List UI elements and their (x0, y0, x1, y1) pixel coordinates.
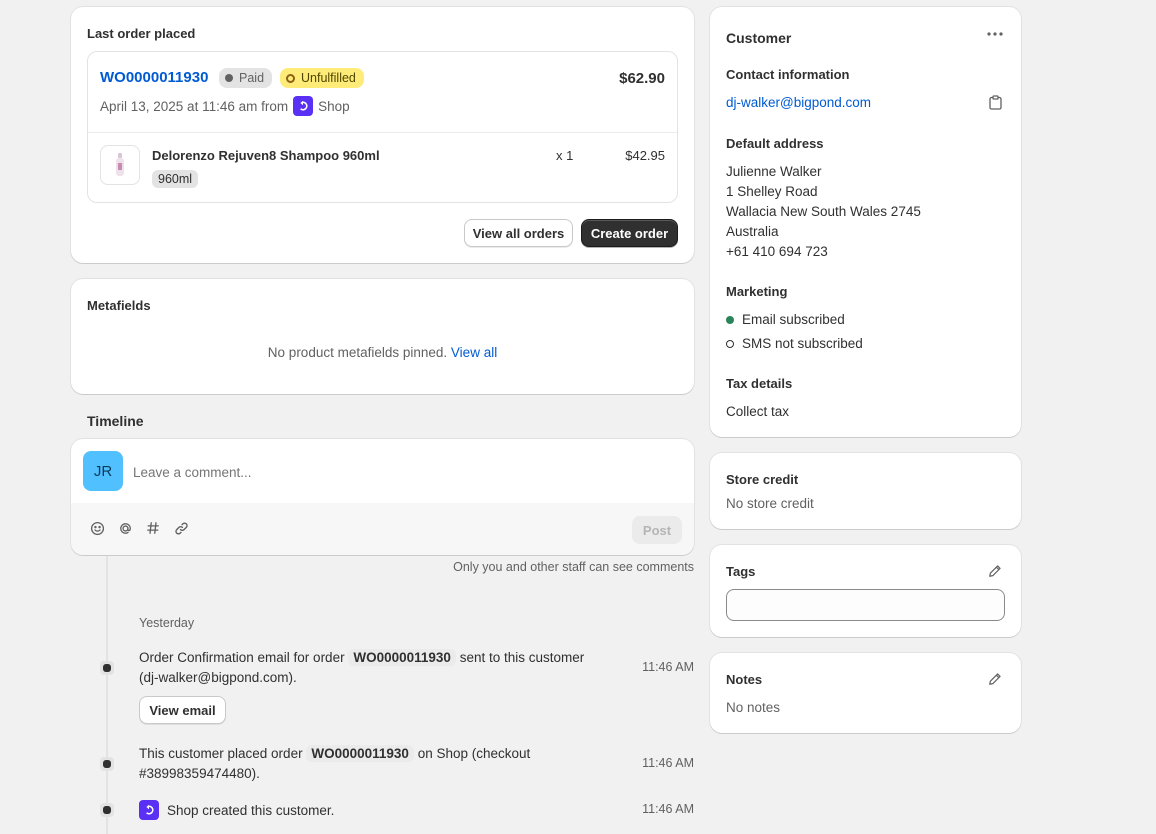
order-divider (88, 132, 677, 133)
store-credit-title: Store credit (726, 472, 799, 487)
paid-dot-icon (225, 74, 233, 82)
hashtag-icon[interactable] (145, 520, 161, 536)
event-time: 11:46 AM (642, 802, 694, 816)
not-subscribed-dot-icon (726, 339, 734, 348)
product-quantity: x 1 (556, 148, 574, 163)
tags-title: Tags (726, 564, 756, 579)
view-all-orders-button[interactable]: View all orders (464, 219, 573, 247)
notes-card: Notes No notes (710, 653, 1021, 733)
edit-tags-pencil-icon[interactable] (986, 562, 1004, 580)
customer-email-link[interactable]: dj-walker@bigpond.com (726, 95, 871, 110)
event-text-before: This customer placed order (139, 746, 303, 761)
shampoo-bottle-icon (116, 153, 124, 176)
more-actions-icon[interactable] (984, 25, 1006, 43)
tags-card: Tags (710, 545, 1021, 637)
avatar: JR (83, 451, 123, 491)
address-phone: +61 410 694 723 (726, 244, 828, 259)
event-checkout-id: #38998359474480). (139, 766, 260, 781)
email-marketing-status: Email subscribed (726, 312, 845, 327)
paid-badge-label: Paid (239, 71, 265, 85)
staff-visibility-note: Only you and other staff can see comment… (453, 560, 694, 574)
sms-status-label: SMS not subscribed (742, 336, 863, 351)
contact-info-heading: Contact information (726, 67, 850, 82)
timeline-event-email: Order Confirmation email for order WO000… (139, 648, 619, 688)
notes-value: No notes (726, 700, 781, 715)
view-email-button[interactable]: View email (139, 696, 226, 724)
tax-value: Collect tax (726, 404, 790, 419)
address-line: Julienne Walker (726, 164, 822, 179)
metafields-empty-state: No product metafields pinned. View all (71, 345, 694, 360)
timeline-title: Timeline (87, 413, 144, 429)
tax-details-heading: Tax details (726, 376, 793, 391)
comment-input[interactable] (133, 461, 673, 483)
order-summary-box: WO0000011930 Paid Unfulfilled $62.90 Apr… (87, 51, 678, 203)
timeline-day-label: Yesterday (139, 616, 195, 630)
last-order-title: Last order placed (87, 26, 196, 41)
order-channel: Shop (318, 98, 350, 114)
shop-logo-icon (139, 800, 159, 820)
store-credit-value: No store credit (726, 496, 814, 511)
edit-notes-pencil-icon[interactable] (986, 670, 1004, 688)
order-total: $62.90 (619, 70, 665, 87)
order-date: April 13, 2025 at 11:46 am from (100, 98, 289, 114)
event-email-address: (dj-walker@bigpond.com). (139, 670, 297, 685)
event-time: 11:46 AM (642, 756, 694, 770)
timeline-event-marker (100, 803, 114, 817)
address-line: Australia (726, 224, 779, 239)
unfulfilled-badge: Unfulfilled (280, 68, 364, 88)
create-order-button[interactable]: Create order (581, 219, 678, 247)
attachment-link-icon[interactable] (173, 520, 189, 536)
store-credit-card: Store credit No store credit (710, 453, 1021, 529)
timeline-connector (106, 556, 108, 834)
customer-card: Customer Contact information dj-walker@b… (710, 7, 1021, 437)
email-status-label: Email subscribed (742, 312, 845, 327)
notes-title: Notes (726, 672, 763, 687)
comment-composer: JR Post (71, 439, 694, 555)
copy-clipboard-icon[interactable] (986, 93, 1004, 111)
tags-input[interactable] (726, 589, 1005, 621)
event-text-after: on Shop (checkout (417, 746, 531, 761)
paid-badge: Paid (219, 68, 273, 88)
product-price: $42.95 (625, 148, 665, 163)
marketing-heading: Marketing (726, 284, 788, 299)
timeline-event-marker (100, 661, 114, 675)
timeline-event-order-placed: This customer placed order WO0000011930 … (139, 744, 619, 784)
last-order-card: Last order placed WO0000011930 Paid Unfu… (71, 7, 694, 263)
event-text-before: Order Confirmation email for order (139, 650, 345, 665)
unfulfilled-ring-icon (286, 73, 295, 83)
event-order-pill: WO0000011930 (348, 649, 456, 666)
order-number-link[interactable]: WO0000011930 (100, 69, 208, 86)
product-variant-pill: 960ml (152, 170, 199, 188)
post-button[interactable]: Post (632, 516, 682, 544)
metafields-title: Metafields (87, 298, 151, 313)
event-text-after: sent to this customer (459, 650, 585, 665)
event-order-pill: WO0000011930 (306, 745, 414, 762)
address-line: 1 Shelley Road (726, 184, 818, 199)
sms-marketing-status: SMS not subscribed (726, 336, 863, 351)
event-time: 11:46 AM (642, 660, 694, 674)
order-date-line: April 13, 2025 at 11:46 am from Shop (100, 96, 350, 116)
event-text: Shop created this customer. (167, 802, 335, 818)
default-address-heading: Default address (726, 136, 824, 151)
timeline-event-marker (100, 757, 114, 771)
address-line: Wallacia New South Wales 2745 (726, 204, 921, 219)
timeline-event-customer-created: Shop created this customer. (139, 800, 334, 820)
metafields-card: Metafields No product metafields pinned.… (71, 279, 694, 394)
emoji-icon[interactable] (89, 520, 105, 536)
metafields-view-all-link[interactable]: View all (451, 345, 497, 360)
mention-icon[interactable] (117, 520, 133, 536)
composer-toolbar: Post (71, 503, 694, 555)
subscribed-dot-icon (726, 315, 734, 324)
metafields-empty-text: No product metafields pinned. (267, 345, 448, 360)
product-thumbnail (100, 145, 140, 185)
customer-title: Customer (726, 30, 792, 46)
address-block: Julienne Walker 1 Shelley Road Wallacia … (726, 162, 921, 262)
product-name: Delorenzo Rejuven8 Shampoo 960ml (152, 148, 380, 163)
unfulfilled-badge-label: Unfulfilled (301, 71, 356, 85)
shop-logo-icon (293, 96, 314, 116)
